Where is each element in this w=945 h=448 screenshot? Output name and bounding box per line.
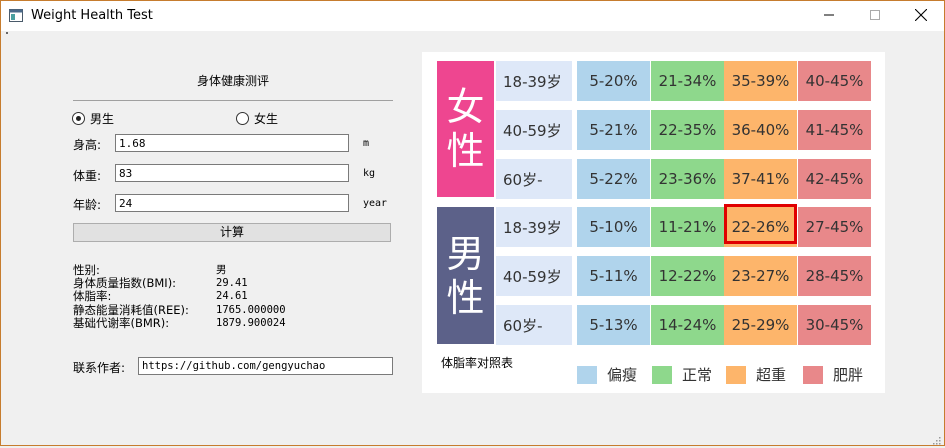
range-cell: 36-40%: [724, 110, 797, 150]
range-cell: 12-22%: [651, 256, 724, 296]
range-cell: 5-10%: [577, 207, 650, 247]
age-unit: year: [363, 198, 388, 209]
age-label: 年龄:: [73, 198, 102, 212]
form-title: 身体健康测评: [196, 74, 269, 88]
legend-item: 偏瘦: [577, 364, 637, 385]
range-cell: 30-45%: [798, 305, 871, 345]
age-input[interactable]: 24: [115, 194, 349, 212]
range-cell: 21-34%: [651, 61, 724, 101]
legend-swatch: [577, 365, 597, 384]
age-cell: 40-59岁: [496, 256, 572, 296]
table-caption: 体脂率对照表: [441, 356, 514, 370]
close-icon: [914, 8, 928, 24]
range-cell: 22-35%: [651, 110, 724, 150]
result-value: 1765.000000: [216, 304, 286, 316]
title-bar: Weight Health Test: [1, 1, 944, 31]
male-label-char: 男: [446, 231, 485, 276]
range-cell: 41-45%: [798, 110, 871, 150]
weight-input[interactable]: 83: [115, 164, 349, 182]
contact-label: 联系作者:: [73, 361, 126, 375]
range-cell: 5-13%: [577, 305, 650, 345]
result-value: 29.41: [216, 277, 248, 289]
result-value: 1879.900024: [216, 317, 286, 329]
weight-unit: kg: [363, 168, 376, 179]
legend-swatch: [652, 365, 672, 384]
legend-label: 正常: [682, 366, 713, 384]
legend-swatch: [803, 365, 823, 384]
divider: [73, 100, 393, 101]
range-cell: 35-39%: [724, 61, 797, 101]
app-window: Weight Health Test 身体健康测评 男生 女生 身高: 1.68…: [0, 0, 945, 446]
range-cell: 11-21%: [651, 207, 724, 247]
range-cell: 25-29%: [724, 305, 797, 345]
legend-item: 肥胖: [803, 364, 863, 385]
weight-label: 体重:: [73, 169, 102, 183]
range-cell: 28-45%: [798, 256, 871, 296]
range-cell: 23-36%: [651, 159, 724, 199]
legend-swatch: [726, 365, 746, 384]
range-cell: 23-27%: [724, 256, 797, 296]
menu-dot: [6, 32, 8, 34]
radio-male-circle: [72, 112, 85, 125]
result-label: 体脂率:: [73, 289, 112, 303]
female-label-char: 女: [446, 85, 485, 129]
result-label: 基础代谢率(BMR):: [73, 316, 170, 330]
maximize-button[interactable]: [852, 1, 898, 31]
radio-female-circle: [236, 112, 249, 125]
body-fat-table-image: 女 性 男 性 18-39岁 5-20% 21-34% 35-39% 40-45% 40-…: [422, 52, 885, 393]
range-cell: 37-41%: [724, 159, 797, 199]
app-icon: [9, 9, 23, 22]
range-cell: 40-45%: [798, 61, 871, 101]
age-cell: 40-59岁: [496, 110, 572, 150]
legend-item: 正常: [652, 364, 712, 385]
radio-female[interactable]: 女生: [236, 110, 278, 127]
legend-item: 超重: [726, 364, 786, 385]
legend-label: 偏瘦: [607, 366, 638, 384]
close-button[interactable]: [898, 1, 944, 31]
age-cell: 60岁-: [496, 159, 572, 199]
range-cell: 42-45%: [798, 159, 871, 199]
range-cell: 5-11%: [577, 256, 650, 296]
range-cell: 5-21%: [577, 110, 650, 150]
minimize-icon: [824, 9, 834, 23]
radio-male-label: 男生: [90, 112, 115, 126]
female-label-block: 女 性: [437, 61, 494, 197]
range-cell: 5-22%: [577, 159, 650, 199]
height-label: 身高:: [73, 138, 102, 152]
male-label-block: 男 性: [437, 207, 494, 344]
legend-label: 肥胖: [833, 366, 864, 384]
legend-label: 超重: [756, 366, 787, 384]
minimize-button[interactable]: [806, 1, 852, 31]
result-value: 24.61: [216, 290, 248, 302]
height-unit: m: [363, 138, 370, 149]
calculate-button[interactable]: 计算: [73, 223, 391, 242]
radio-selected-dot: [76, 116, 81, 121]
range-cell: 5-20%: [577, 61, 650, 101]
highlight-box: [724, 204, 797, 244]
contact-url-field[interactable]: https://github.com/gengyuchao: [138, 357, 393, 375]
height-input[interactable]: 1.68: [115, 134, 349, 152]
age-cell: 18-39岁: [496, 61, 572, 101]
range-cell: 14-24%: [651, 305, 724, 345]
age-cell: 18-39岁: [496, 207, 572, 247]
window-title: Weight Health Test: [31, 8, 153, 23]
radio-female-label: 女生: [254, 112, 279, 126]
radio-male[interactable]: 男生: [72, 110, 114, 127]
result-value: 男: [216, 264, 227, 276]
resize-grip-icon[interactable]: [933, 434, 941, 445]
age-cell: 60岁-: [496, 305, 572, 345]
menu-bar: [1, 31, 944, 37]
maximize-icon: [870, 9, 880, 23]
male-label-char: 性: [446, 275, 485, 320]
female-label-char: 性: [446, 129, 485, 173]
range-cell: 27-45%: [798, 207, 871, 247]
